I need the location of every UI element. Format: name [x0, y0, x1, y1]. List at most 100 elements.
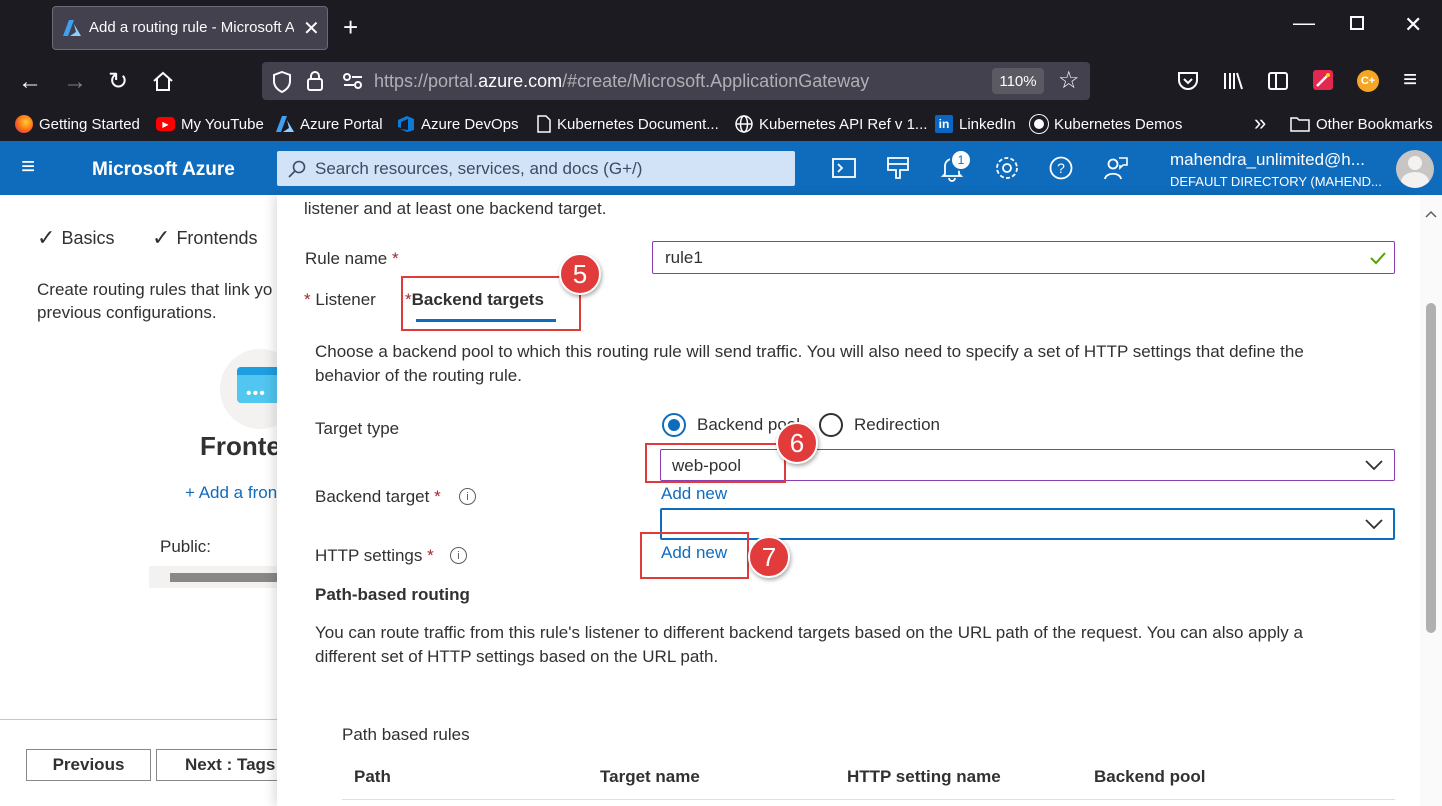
table-header-http-setting-name[interactable]: HTTP setting name [847, 767, 1001, 787]
other-bookmarks[interactable]: Other Bookmarks [1290, 113, 1433, 135]
bookmark-star-icon[interactable]: ☆ [1058, 66, 1080, 95]
info-icon[interactable]: i [459, 488, 476, 505]
globe-icon [735, 115, 753, 133]
table-header-backend-pool[interactable]: Backend pool [1094, 767, 1205, 787]
path-routing-heading: Path-based routing [315, 585, 470, 604]
wizard-description-line-2: previous configurations. [37, 303, 217, 322]
frontend-title: Fronte [200, 431, 281, 461]
permissions-icon[interactable] [342, 72, 364, 90]
chevron-down-icon [1365, 460, 1383, 471]
bookmarks-bar: Getting Started ▶ My YouTube Azure Porta… [0, 106, 1442, 141]
search-icon [288, 160, 306, 178]
folder-icon [1290, 117, 1310, 132]
settings-gear-icon[interactable] [993, 154, 1021, 182]
zoom-level[interactable]: 110% [992, 68, 1044, 94]
cloud-shell-icon[interactable] [830, 154, 858, 182]
bookmark-kubernetes-api[interactable]: Kubernetes API Ref v 1... [735, 113, 927, 135]
svg-text:?: ? [1057, 160, 1065, 176]
maximize-icon[interactable] [1350, 16, 1364, 30]
bookmark-azure-devops[interactable]: Azure DevOps [397, 113, 519, 135]
add-frontend-link[interactable]: + Add a fron [185, 483, 277, 503]
search-placeholder: Search resources, services, and docs (G+… [315, 158, 643, 178]
previous-button[interactable]: Previous [26, 749, 151, 781]
menu-icon[interactable]: ≡ [1403, 66, 1417, 94]
new-tab-icon[interactable]: + [343, 12, 358, 43]
directory-filter-icon[interactable] [884, 154, 912, 182]
more-bookmarks-icon[interactable]: » [1254, 110, 1266, 136]
table-header-path[interactable]: Path [354, 767, 391, 787]
forward-icon[interactable]: → [63, 68, 87, 96]
http-settings-label: HTTP settings * [315, 546, 434, 565]
pocket-icon[interactable] [1177, 70, 1199, 92]
panel-scrollbar[interactable] [1420, 195, 1442, 806]
azure-brand[interactable]: Microsoft Azure [92, 159, 235, 181]
home-icon[interactable] [152, 70, 174, 92]
backend-description-line-1: Choose a backend pool to which this rout… [315, 342, 1304, 361]
shield-icon[interactable] [272, 71, 292, 93]
user-directory: DEFAULT DIRECTORY (MAHEND... [1170, 174, 1382, 189]
azure-logo-icon [276, 116, 294, 132]
check-icon: ✓ [37, 225, 56, 250]
scrollbar-thumb[interactable] [1426, 303, 1436, 633]
url-bar[interactable]: https://portal.azure.com/#create/Microso… [262, 62, 1090, 100]
feedback-icon[interactable] [1102, 154, 1130, 182]
lock-icon[interactable] [306, 70, 324, 92]
step-frontends[interactable]: ✓ Frontends [152, 225, 257, 251]
bookmark-my-youtube[interactable]: ▶ My YouTube [156, 113, 264, 135]
extension-wand-icon[interactable] [1312, 69, 1334, 91]
backend-description-line-2: behavior of the routing rule. [315, 366, 522, 385]
url-text[interactable]: https://portal.azure.com/#create/Microso… [374, 71, 869, 92]
radio-unselected-icon [819, 413, 843, 437]
rule-name-input[interactable]: rule1 [652, 241, 1395, 274]
public-ip-row [149, 566, 277, 588]
panel-intro-text: listener and at least one backend target… [304, 199, 607, 218]
next-tags-button[interactable]: Next : Tags [156, 749, 277, 781]
close-tab-icon[interactable]: ✕ [303, 16, 320, 41]
extension-c-icon[interactable]: C+ [1357, 70, 1379, 92]
browser-tab[interactable]: Add a routing rule - Microsoft Azure ✕ [52, 6, 328, 50]
bookmark-linkedin[interactable]: in LinkedIn [935, 113, 1016, 135]
azure-logo-icon [63, 20, 81, 36]
footer-divider [0, 719, 277, 720]
chevron-down-icon [1365, 519, 1383, 530]
radio-redirection[interactable]: Redirection [819, 413, 940, 437]
bookmark-kubernetes-docs[interactable]: Kubernetes Document... [537, 113, 719, 135]
tab-title: Add a routing rule - Microsoft Azure [89, 19, 294, 36]
notification-count-badge: 1 [950, 149, 972, 171]
path-routing-desc-line-2: different set of HTTP settings based on … [315, 647, 719, 666]
azure-devops-icon [398, 116, 414, 132]
table-header-target-name[interactable]: Target name [600, 767, 700, 787]
bookmark-kubernetes-demos[interactable]: Kubernetes Demos [1030, 113, 1182, 135]
hamburger-menu-icon[interactable]: ≡ [21, 153, 35, 181]
minimize-icon[interactable]: — [1293, 10, 1315, 36]
github-icon [1030, 115, 1048, 133]
step-basics[interactable]: ✓ Basics [37, 225, 114, 251]
azure-header: ≡ Microsoft Azure Search resources, serv… [0, 141, 1442, 195]
global-search-input[interactable]: Search resources, services, and docs (G+… [277, 151, 795, 186]
wizard-description-line-1: Create routing rules that link yo [37, 280, 273, 299]
avatar[interactable] [1396, 150, 1434, 188]
annotation-box-5 [401, 276, 581, 331]
back-icon[interactable]: ← [18, 68, 42, 96]
info-icon[interactable]: i [450, 547, 467, 564]
library-icon[interactable] [1222, 70, 1244, 92]
document-icon [537, 115, 551, 133]
annotation-box-7 [640, 532, 749, 579]
close-window-icon[interactable]: ✕ [1404, 12, 1422, 38]
sidebar-icon[interactable] [1267, 70, 1289, 92]
help-icon[interactable]: ? [1047, 154, 1075, 182]
youtube-icon: ▶ [156, 117, 175, 131]
bookmark-azure-portal[interactable]: Azure Portal [276, 113, 383, 135]
browser-tab-bar: Add a routing rule - Microsoft Azure ✕ +… [0, 0, 1442, 58]
valid-checkmark-icon [1370, 252, 1386, 265]
add-new-backend-link[interactable]: Add new [661, 484, 727, 504]
scroll-up-icon[interactable] [1425, 210, 1437, 218]
reload-icon[interactable]: ↻ [108, 67, 128, 96]
public-label: Public: [160, 537, 212, 556]
firefox-icon [15, 115, 33, 133]
backend-target-label: Backend target * [315, 487, 441, 506]
rule-name-label: Rule name * [305, 249, 399, 268]
user-name[interactable]: mahendra_unlimited@h... [1170, 150, 1365, 170]
bookmark-getting-started[interactable]: Getting Started [15, 113, 140, 135]
annotation-box-6 [645, 443, 786, 483]
